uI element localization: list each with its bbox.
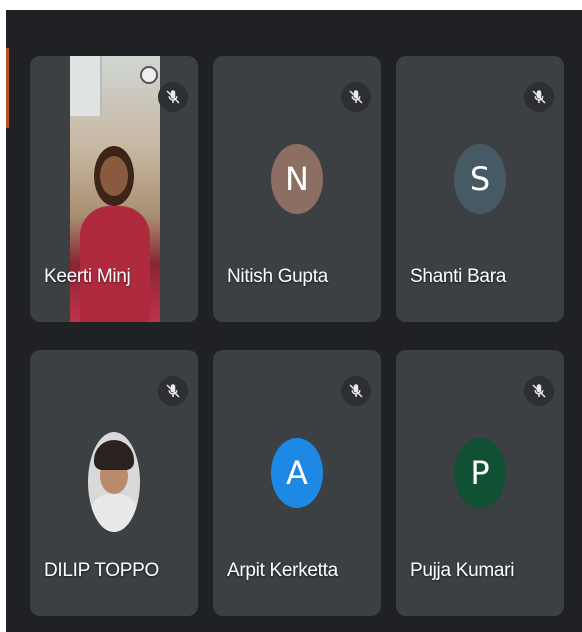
participant-name: Shanti Bara <box>410 266 506 287</box>
mic-off-icon <box>158 82 188 112</box>
participant-name: DILIP TOPPO <box>44 560 159 581</box>
participant-tile-nitish-gupta[interactable]: N Nitish Gupta <box>213 56 381 322</box>
photo-hair <box>94 440 134 470</box>
mic-off-icon <box>341 82 371 112</box>
participant-name: Arpit Kerketta <box>227 560 338 581</box>
video-person-face <box>100 156 128 196</box>
participant-tile-shanti-bara[interactable]: S Shanti Bara <box>396 56 564 322</box>
participant-tile-dilip-toppo[interactable]: DILIP TOPPO <box>30 350 198 616</box>
participant-name: Pujja Kumari <box>410 560 515 581</box>
photo-body <box>90 494 138 532</box>
participant-tile-pujja-kumari[interactable]: P Pujja Kumari <box>396 350 564 616</box>
mic-off-icon <box>524 82 554 112</box>
participant-avatar: P <box>454 438 506 508</box>
mic-off-icon <box>341 376 371 406</box>
video-background-clock <box>140 66 158 84</box>
participant-tile-arpit-kerketta[interactable]: A Arpit Kerketta <box>213 350 381 616</box>
participant-avatar: S <box>454 144 506 214</box>
mic-off-icon <box>158 376 188 406</box>
video-background-shelf <box>70 56 102 116</box>
participant-name: Keerti Minj <box>44 266 131 287</box>
participant-tile-keerti-minj[interactable]: Keerti Minj <box>30 56 198 322</box>
participant-avatar: A <box>271 438 323 508</box>
participant-name: Nitish Gupta <box>227 266 328 287</box>
participant-avatar: N <box>271 144 323 214</box>
window-edge <box>6 48 9 128</box>
video-person-body <box>80 206 150 322</box>
mic-off-icon <box>524 376 554 406</box>
participant-photo-avatar <box>88 432 140 532</box>
